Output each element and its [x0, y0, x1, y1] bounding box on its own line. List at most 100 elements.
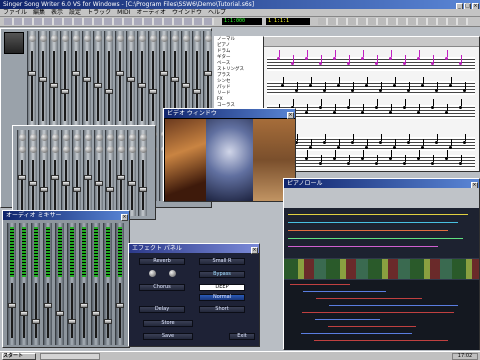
fader-cap[interactable]	[62, 181, 70, 186]
fader-cap[interactable]	[105, 89, 113, 94]
menu-help[interactable]: ヘルプ	[205, 9, 229, 16]
send-knob[interactable]	[107, 146, 114, 153]
audio-mixer-close-button[interactable]: ×	[121, 214, 128, 221]
pan-knob[interactable]	[51, 35, 58, 42]
start-button[interactable]: スタート	[2, 353, 36, 360]
fader-cap[interactable]	[8, 303, 16, 308]
pan-knob[interactable]	[29, 35, 36, 42]
fader-cap[interactable]	[94, 83, 102, 88]
fader-cap[interactable]	[117, 175, 125, 180]
fader-cap[interactable]	[182, 83, 190, 88]
menu-midi[interactable]: MIDI	[114, 9, 133, 16]
fader-cap[interactable]	[83, 77, 91, 82]
tool-buttons[interactable]	[4, 18, 214, 25]
pan-knob[interactable]	[117, 35, 124, 42]
fader-cap[interactable]	[138, 83, 146, 88]
fader-cap[interactable]	[106, 187, 114, 192]
fader-cap[interactable]	[104, 319, 112, 324]
fader-cap[interactable]	[29, 181, 37, 186]
pan-knob[interactable]	[107, 134, 114, 141]
pan-knob[interactable]	[106, 35, 113, 42]
fx-row3-right[interactable]: Short	[199, 306, 245, 313]
fader-cap[interactable]	[92, 311, 100, 316]
menu-file[interactable]: ファイル	[0, 9, 30, 16]
pan-knob[interactable]	[118, 134, 125, 141]
taskbar-task[interactable]	[40, 353, 100, 360]
pan-knob[interactable]	[205, 35, 212, 42]
fx-row1-right[interactable]: Small R	[199, 258, 245, 265]
send-knob[interactable]	[30, 146, 37, 153]
fx-normal[interactable]: Normal	[199, 294, 245, 301]
pan-knob[interactable]	[85, 134, 92, 141]
pan-knob[interactable]	[150, 35, 157, 42]
pan-knob[interactable]	[95, 35, 102, 42]
send-knob[interactable]	[52, 146, 59, 153]
pan-knob[interactable]	[52, 134, 59, 141]
send-knob[interactable]	[140, 146, 147, 153]
fx-row3-left[interactable]: Delay	[139, 306, 185, 313]
send-knob[interactable]	[74, 146, 81, 153]
fader-cap[interactable]	[95, 181, 103, 186]
fader-cap[interactable]	[18, 175, 26, 180]
tool-buttons-right[interactable]	[318, 18, 468, 25]
fader-cap[interactable]	[139, 187, 147, 192]
fader-cap[interactable]	[160, 71, 168, 76]
fx-knob-1[interactable]	[149, 270, 156, 277]
fader-cap[interactable]	[50, 83, 58, 88]
fader-cap[interactable]	[149, 89, 157, 94]
fader-cap[interactable]	[116, 303, 124, 308]
score-toolbar[interactable]	[259, 37, 479, 47]
fx-store[interactable]: Store	[143, 320, 193, 327]
fader-cap[interactable]	[128, 181, 136, 186]
send-knob[interactable]	[129, 146, 136, 153]
fx-knob-2[interactable]	[169, 270, 176, 277]
fader-cap[interactable]	[20, 311, 28, 316]
send-knob[interactable]	[41, 146, 48, 153]
fader-cap[interactable]	[84, 175, 92, 180]
fx-row2-left[interactable]: Chorus	[139, 284, 185, 291]
fader-cap[interactable]	[204, 71, 212, 76]
fader-cap[interactable]	[39, 77, 47, 82]
fx-row1-left[interactable]: Reverb	[139, 258, 185, 265]
video-close-button[interactable]: ×	[287, 112, 294, 119]
menu-audio[interactable]: オーディオ	[133, 9, 169, 16]
send-knob[interactable]	[63, 146, 70, 153]
fader-cap[interactable]	[28, 71, 36, 76]
pan-knob[interactable]	[172, 35, 179, 42]
fx-exit[interactable]: Exit	[229, 333, 255, 340]
fader-cap[interactable]	[193, 89, 201, 94]
fader-cap[interactable]	[44, 303, 52, 308]
fader-cap[interactable]	[61, 89, 69, 94]
pan-knob[interactable]	[183, 35, 190, 42]
fader-cap[interactable]	[40, 187, 48, 192]
pan-knob[interactable]	[40, 35, 47, 42]
pan-knob[interactable]	[140, 134, 147, 141]
pan-knob[interactable]	[161, 35, 168, 42]
fx-save[interactable]: Save	[143, 333, 193, 340]
fader-cap[interactable]	[72, 71, 80, 76]
send-knob[interactable]	[96, 146, 103, 153]
pan-knob[interactable]	[194, 35, 201, 42]
pan-knob[interactable]	[19, 134, 26, 141]
fader-cap[interactable]	[116, 71, 124, 76]
fader-cap[interactable]	[127, 77, 135, 82]
send-knob[interactable]	[85, 146, 92, 153]
pan-knob[interactable]	[63, 134, 70, 141]
fader-cap[interactable]	[171, 77, 179, 82]
menu-view[interactable]: 表示	[48, 9, 66, 16]
fader-cap[interactable]	[51, 175, 59, 180]
fader-cap[interactable]	[80, 303, 88, 308]
menu-track[interactable]: トラック	[84, 9, 114, 16]
fader-cap[interactable]	[73, 187, 81, 192]
piano-roll-toolbar[interactable]	[284, 188, 479, 208]
menu-settings[interactable]: 設定	[66, 9, 84, 16]
pan-knob[interactable]	[30, 134, 37, 141]
fx-row2-right[interactable]: DEEP	[199, 284, 245, 291]
pan-knob[interactable]	[96, 134, 103, 141]
fader-cap[interactable]	[68, 319, 76, 324]
send-knob[interactable]	[118, 146, 125, 153]
pan-knob[interactable]	[139, 35, 146, 42]
menu-edit[interactable]: 編集	[30, 9, 48, 16]
menu-window[interactable]: ウインドウ	[169, 9, 205, 16]
pan-knob[interactable]	[73, 35, 80, 42]
